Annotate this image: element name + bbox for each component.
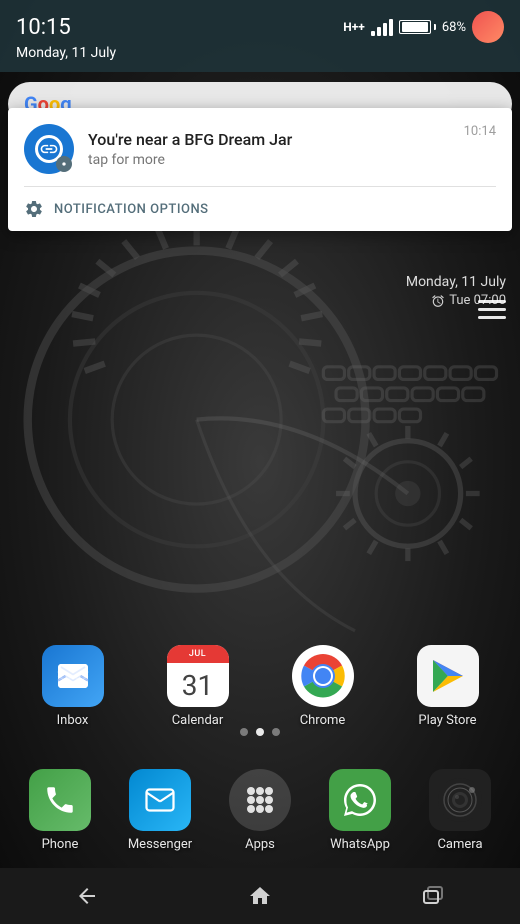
notification-content: You're near a BFG Dream Jar tap for more xyxy=(88,130,450,169)
phone-icon xyxy=(29,769,91,831)
app-whatsapp-label: WhatsApp xyxy=(330,837,390,852)
app-apps[interactable]: Apps xyxy=(216,769,304,852)
calendar-icon: JUL 31 xyxy=(167,645,229,707)
signal-strength-icon xyxy=(371,18,393,36)
app-calendar-label: Calendar xyxy=(172,713,224,728)
camera-icon xyxy=(429,769,491,831)
status-date: Monday, 11 July xyxy=(16,45,504,61)
battery-percent: 68% xyxy=(442,20,466,35)
app-camera[interactable]: Camera xyxy=(416,769,504,852)
whatsapp-icon xyxy=(329,769,391,831)
page-indicator xyxy=(0,728,520,736)
page-dot-2 xyxy=(256,728,264,736)
notification-options-label: NOTIFICATION OPTIONS xyxy=(54,202,209,217)
status-time: 10:15 xyxy=(16,15,71,40)
notification-title: You're near a BFG Dream Jar xyxy=(88,130,450,151)
notification-main[interactable]: You're near a BFG Dream Jar tap for more… xyxy=(8,108,512,186)
notification-subtitle: tap for more xyxy=(88,152,450,168)
home-alarm: Tue 07:00 xyxy=(406,293,506,308)
notification-app-icon xyxy=(24,124,74,174)
app-messenger[interactable]: Messenger xyxy=(116,769,204,852)
app-chrome-label: Chrome xyxy=(300,713,346,728)
notification-options-button[interactable]: NOTIFICATION OPTIONS xyxy=(8,187,512,231)
notification-badge xyxy=(56,156,72,172)
gear-icon xyxy=(24,199,44,219)
app-messenger-label: Messenger xyxy=(128,837,192,852)
battery-indicator xyxy=(399,20,436,34)
app-dock: Phone Messenger xyxy=(0,759,520,862)
page-dot-1 xyxy=(240,728,248,736)
playstore-icon xyxy=(417,645,479,707)
nav-bar xyxy=(0,868,520,924)
app-inbox-label: Inbox xyxy=(57,713,89,728)
notification-time: 10:14 xyxy=(464,124,496,139)
app-phone-label: Phone xyxy=(42,837,79,852)
nav-back-button[interactable] xyxy=(57,876,117,916)
inbox-icon xyxy=(42,645,104,707)
app-inbox[interactable]: Inbox xyxy=(29,645,117,728)
messenger-icon xyxy=(129,769,191,831)
app-whatsapp[interactable]: WhatsApp xyxy=(316,769,404,852)
nav-home-button[interactable] xyxy=(230,876,290,916)
app-playstore-label: Play Store xyxy=(418,713,476,728)
hplus-icon: H++ xyxy=(343,20,365,34)
app-camera-label: Camera xyxy=(437,837,482,852)
app-playstore[interactable]: Play Store xyxy=(404,645,492,728)
notification-card[interactable]: You're near a BFG Dream Jar tap for more… xyxy=(8,108,512,231)
app-apps-label: Apps xyxy=(245,837,275,852)
apps-launcher-icon xyxy=(229,769,291,831)
status-icons: H++ 68% xyxy=(343,11,504,43)
alarm-icon xyxy=(431,294,445,308)
nav-recents-button[interactable] xyxy=(403,876,463,916)
chrome-icon xyxy=(292,645,354,707)
home-date: Monday, 11 July xyxy=(406,274,506,290)
apps-row: Inbox JUL 31 Calendar xyxy=(0,645,520,728)
app-calendar[interactable]: JUL 31 Calendar xyxy=(154,645,242,728)
avatar xyxy=(472,11,504,43)
app-phone[interactable]: Phone xyxy=(16,769,104,852)
app-chrome[interactable]: Chrome xyxy=(279,645,367,728)
status-bar: 10:15 H++ 68% Monday, 11 July xyxy=(0,0,520,72)
page-dot-3 xyxy=(272,728,280,736)
